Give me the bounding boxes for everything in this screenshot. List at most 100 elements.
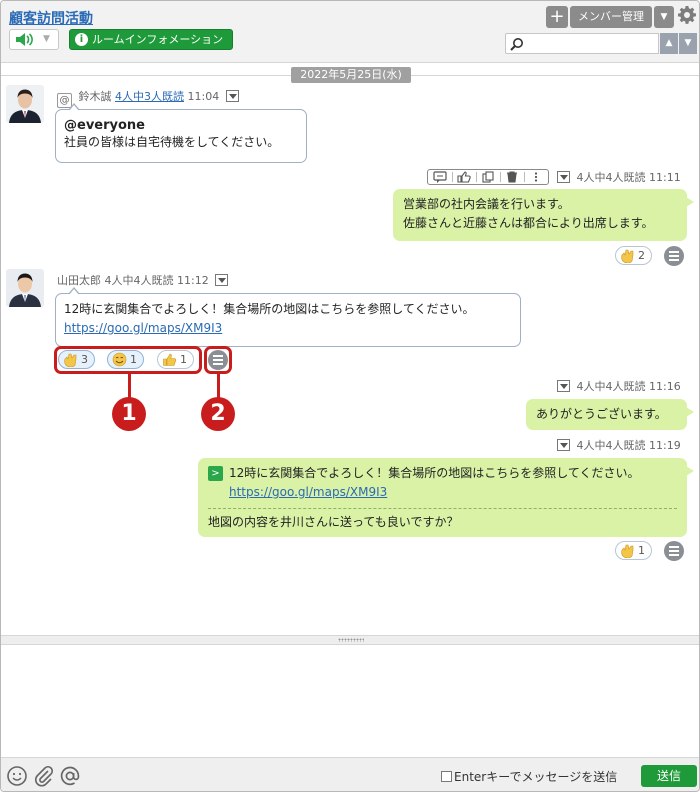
notification-sound-button[interactable]: ▼: [9, 29, 59, 50]
reaction-count: 1: [638, 544, 645, 557]
composer-footer: Enterキーでメッセージを送信 送信: [1, 757, 699, 791]
message-meta: 4人中4人既読 11:11: [557, 169, 681, 185]
message-text: 12時に玄関集合でよろしく！集合場所の地図はこちらを参照してください。: [64, 302, 475, 316]
message-time: 11:04: [187, 90, 220, 103]
message-meta: 山田太郎 4人中4人既読 11:12: [57, 272, 229, 288]
message-time: 11:11: [649, 171, 681, 184]
add-member-button[interactable]: +: [546, 6, 568, 28]
message-time: 11:12: [177, 274, 209, 287]
message-bubble-own: >12時に玄関集合でよろしく！集合場所の地図はこちらを参照してください。 htt…: [198, 458, 694, 537]
trash-icon[interactable]: [505, 171, 519, 183]
speaker-icon: [16, 33, 33, 46]
quote-divider: [208, 508, 677, 509]
read-status: 4人中4人既読: [104, 274, 174, 287]
enter-to-send-checkbox[interactable]: [441, 771, 452, 782]
avatar-photo: [6, 269, 44, 307]
read-status: 4人中4人既読: [576, 439, 646, 452]
gear-icon[interactable]: [677, 5, 697, 25]
map-link[interactable]: https://goo.gl/maps/XM9I3: [208, 483, 677, 502]
room-information-label: ルームインフォメーション: [92, 33, 224, 46]
search-prev-button[interactable]: ▲: [660, 33, 678, 54]
message-meta: @ 鈴木誠 4人中3人既読 11:04: [57, 88, 239, 108]
sender-name: 山田太郎: [57, 274, 101, 287]
message-text: 佐藤さんと近藤さんは都合により出席します。: [403, 216, 654, 230]
sender-name: 鈴木誠: [78, 90, 112, 103]
copy-icon[interactable]: [481, 171, 495, 183]
reaction-menu-button[interactable]: [664, 541, 684, 561]
message-action-toolbar: [427, 169, 549, 185]
search-next-button[interactable]: ▼: [679, 33, 697, 54]
message-time: 11:16: [649, 380, 681, 393]
thumbs-up-icon[interactable]: [457, 171, 471, 183]
chevron-up-icon: ▲: [665, 38, 673, 48]
avatar[interactable]: [6, 85, 44, 123]
message-bubble: @everyone 社員の皆様は自宅待機をしてください。: [55, 103, 307, 163]
chevron-down-icon: ▼: [684, 38, 692, 48]
highlight-connector: [128, 374, 131, 399]
message-list: 2022年5月25日(水) @ 鈴木誠 4人中3人既読 11:04 @every…: [1, 63, 699, 635]
reaction-menu-button[interactable]: [664, 246, 684, 266]
quote-icon: >: [208, 466, 223, 481]
plus-icon: +: [549, 6, 565, 27]
avatar-photo: [6, 85, 44, 123]
reaction-count: 2: [638, 249, 645, 262]
attachment-icon[interactable]: [33, 765, 55, 787]
message-composer: [1, 645, 699, 757]
emoji-icon[interactable]: [6, 765, 28, 787]
member-menu-dropdown[interactable]: ▼: [654, 6, 674, 28]
read-status-link[interactable]: 4人中3人既読: [115, 90, 184, 103]
room-information-button[interactable]: i ルームインフォメーション: [69, 29, 233, 50]
resize-handle[interactable]: [1, 635, 699, 645]
read-status: 4人中4人既読: [576, 380, 646, 393]
message-input[interactable]: [1, 645, 699, 757]
message-search-box: [505, 33, 659, 54]
map-link[interactable]: https://goo.gl/maps/XM9I3: [64, 319, 512, 338]
ok-hand-icon: [621, 544, 634, 558]
message-meta: 4人中4人既読 11:16: [557, 378, 681, 394]
enter-to-send-option[interactable]: Enterキーでメッセージを送信: [441, 768, 617, 785]
room-header: 顧客訪問活動 ▼ i ルームインフォメーション + メンバー管理 ▼ ▲ ▼: [1, 1, 699, 63]
message-time: 11:19: [649, 439, 681, 452]
enter-to-send-label: Enterキーでメッセージを送信: [454, 770, 618, 784]
search-input[interactable]: [528, 34, 658, 53]
message-menu-dropdown[interactable]: [215, 274, 229, 286]
toolbar-separator: [500, 172, 501, 182]
toolbar-separator: [476, 172, 477, 182]
message-text: ありがとうございます。: [536, 407, 667, 421]
highlight-box-menu: [204, 346, 232, 374]
room-title[interactable]: 顧客訪問活動: [9, 8, 93, 28]
message-bubble-own: 営業部の社内会議を行います。 佐藤さんと近藤さんは都合により出席します。: [393, 189, 694, 241]
reaction-ok-hand[interactable]: 2: [615, 246, 652, 265]
message-menu-dropdown[interactable]: [225, 90, 239, 102]
message-menu-dropdown[interactable]: [557, 380, 570, 392]
message-menu-dropdown[interactable]: [557, 171, 570, 183]
chevron-down-icon: ▼: [660, 12, 668, 22]
highlight-connector: [217, 374, 220, 399]
date-label: 2022年5月25日(水): [291, 67, 411, 83]
message-text: 社員の皆様は自宅待機をしてください。: [64, 135, 280, 149]
message-text: 営業部の社内会議を行います。: [403, 197, 570, 211]
chat-window: 顧客訪問活動 ▼ i ルームインフォメーション + メンバー管理 ▼ ▲ ▼ 2…: [0, 0, 700, 792]
message-bubble-own: ありがとうございます。: [526, 399, 694, 430]
message-bubble: 12時に玄関集合でよろしく！集合場所の地図はこちらを参照してください。 http…: [55, 287, 521, 347]
message-menu-dropdown[interactable]: [557, 439, 570, 451]
more-vertical-icon[interactable]: [529, 171, 543, 183]
quoted-text: 12時に玄関集合でよろしく！集合場所の地図はこちらを参照してください。: [229, 466, 640, 480]
highlight-box-reactions: [54, 346, 202, 374]
info-icon: i: [75, 33, 88, 46]
grip-icon: [338, 638, 364, 642]
chevron-down-icon: ▼: [43, 34, 50, 44]
message-text: 地図の内容を井川さんに送っても良いですか？: [208, 515, 459, 529]
message-meta: 4人中4人既読 11:19: [557, 437, 681, 453]
ok-hand-icon: [621, 249, 634, 263]
send-button[interactable]: 送信: [641, 765, 697, 787]
reply-icon[interactable]: [433, 171, 447, 183]
reaction-ok-hand[interactable]: 1: [615, 541, 652, 560]
member-management-button[interactable]: メンバー管理: [570, 6, 652, 28]
avatar[interactable]: [6, 269, 44, 307]
mention-icon[interactable]: [59, 765, 81, 787]
quoted-message[interactable]: >12時に玄関集合でよろしく！集合場所の地図はこちらを参照してください。: [208, 464, 677, 483]
read-status: 4人中4人既読: [576, 171, 646, 184]
callout-badge-2: 2: [201, 397, 235, 431]
callout-badge-1: 1: [112, 397, 146, 431]
